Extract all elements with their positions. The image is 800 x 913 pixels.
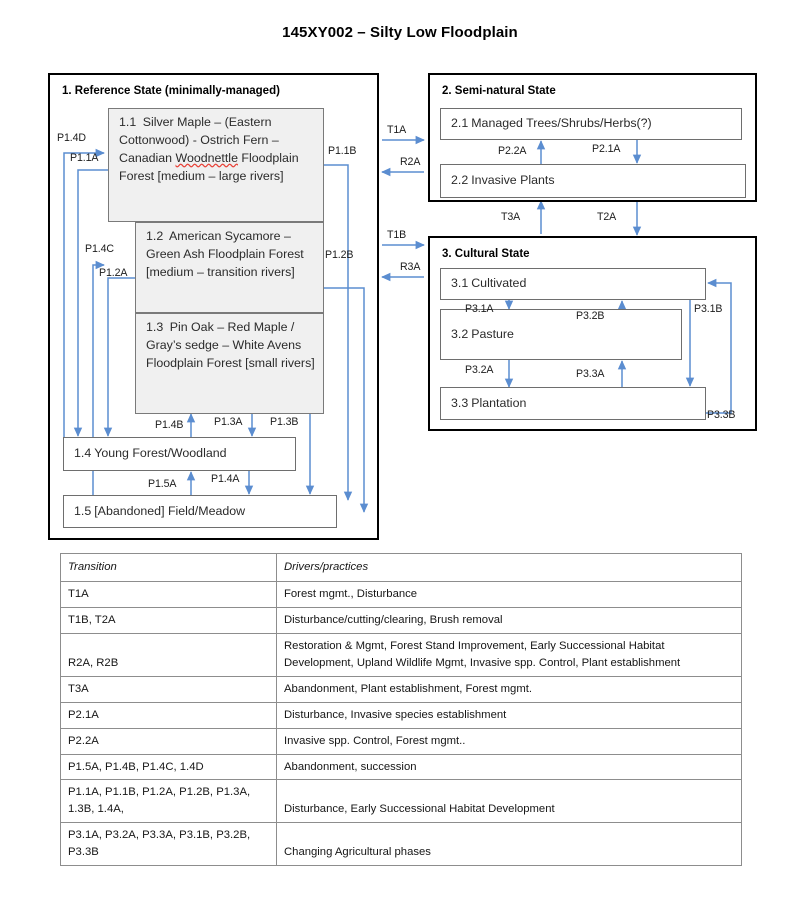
phase-1-5-number: 1.5 bbox=[74, 503, 92, 518]
edge-label-p3-2b: P3.2B bbox=[576, 310, 605, 322]
edge-label-r3a: R3A bbox=[400, 261, 421, 273]
table-row: P1.1A, P1.1B, P1.2A, P1.2B, P1.3A, 1.3B,… bbox=[60, 779, 742, 824]
edge-label-p3-2a: P3.2A bbox=[465, 364, 494, 376]
phase-1-4-number: 1.4 bbox=[74, 446, 92, 461]
cell-drivers: Forest mgmt., Disturbance bbox=[276, 580, 742, 608]
edge-label-p1-1a: P1.1A bbox=[70, 152, 99, 164]
cell-transition: P1.1A, P1.1B, P1.2A, P1.2B, P1.3A, 1.3B,… bbox=[60, 779, 277, 824]
phase-box-1-4[interactable]: 1.4 Young Forest/Woodland bbox=[63, 437, 296, 471]
cell-transition: T1B, T2A bbox=[60, 606, 277, 634]
cell-transition: P2.1A bbox=[60, 701, 277, 729]
cell-transition: R2A, R2B bbox=[60, 632, 277, 677]
edge-label-p1-4c: P1.4C bbox=[85, 243, 114, 255]
cell-transition: T1A bbox=[60, 580, 277, 608]
phase-1-4-label: Young Forest/Woodland bbox=[94, 446, 227, 461]
phase-1-2-number: 1.2 bbox=[146, 229, 164, 243]
edge-label-t1b: T1B bbox=[387, 229, 407, 241]
cell-drivers: Abandonment, succession bbox=[276, 753, 742, 781]
edge-label-r2a: R2A bbox=[400, 156, 421, 168]
edge-label-p1-1b: P1.1B bbox=[328, 145, 357, 157]
cell-transition: P2.2A bbox=[60, 727, 277, 755]
table-row: P2.2A Invasive spp. Control, Forest mgmt… bbox=[60, 727, 742, 755]
table-row: P1.5A, P1.4B, P1.4C, 1.4D Abandonment, s… bbox=[60, 753, 742, 781]
cell-drivers: Changing Agricultural phases bbox=[276, 822, 742, 867]
phase-3-1-number: 3.1 bbox=[451, 276, 469, 291]
table-row: T1A Forest mgmt., Disturbance bbox=[60, 580, 742, 608]
edge-label-p1-5a: P1.5A bbox=[148, 478, 177, 490]
phase-box-1-3[interactable]: 1.3 Pin Oak – Red Maple / Gray’s sedge –… bbox=[135, 313, 324, 414]
phase-box-3-3[interactable]: 3.3 Plantation bbox=[440, 387, 706, 420]
edge-label-p1-4b: P1.4B bbox=[155, 419, 184, 431]
header-transition: Transition bbox=[60, 553, 277, 582]
edge-label-p1-3a: P1.3A bbox=[214, 416, 243, 428]
edge-label-p1-4a: P1.4A bbox=[211, 473, 240, 485]
edge-label-p1-2a: P1.2A bbox=[99, 267, 128, 279]
edge-label-t3a: T3A bbox=[501, 211, 521, 223]
cell-drivers: Abandonment, Plant establishment, Forest… bbox=[276, 675, 742, 703]
phase-box-1-5[interactable]: 1.5 [Abandoned] Field/Meadow bbox=[63, 495, 337, 528]
cell-drivers: Disturbance/cutting/clearing, Brush remo… bbox=[276, 606, 742, 634]
phase-3-2-label: Pasture bbox=[471, 326, 514, 341]
edge-label-t2a: T2A bbox=[597, 211, 617, 223]
phase-box-3-1[interactable]: 3.1 Cultivated bbox=[440, 268, 706, 300]
cell-transition: P3.1A, P3.2A, P3.3A, P3.1B, P3.2B, P3.3B bbox=[60, 822, 277, 867]
edge-label-p2-1a: P2.1A bbox=[592, 143, 621, 155]
table-row: R2A, R2B Restoration & Mgmt, Forest Stan… bbox=[60, 632, 742, 677]
table-body: Transition Drivers/practices T1A Forest … bbox=[60, 553, 742, 867]
edge-label-p2-2a: P2.2A bbox=[498, 145, 527, 157]
table-row: P3.1A, P3.2A, P3.3A, P3.1B, P3.2B, P3.3B… bbox=[60, 822, 742, 867]
phase-box-3-2[interactable]: 3.2 Pasture bbox=[440, 309, 682, 360]
phase-3-3-label: Plantation bbox=[471, 395, 527, 410]
phase-box-2-1[interactable]: 2.1 Managed Trees/Shrubs/Herbs(?) bbox=[440, 108, 742, 140]
table-row: P2.1A Disturbance, Invasive species esta… bbox=[60, 701, 742, 729]
phase-1-2-label: American Sycamore – Green Ash Floodplain… bbox=[146, 229, 304, 279]
phase-box-2-2[interactable]: 2.2 Invasive Plants bbox=[440, 164, 746, 198]
edge-label-t1a: T1A bbox=[387, 124, 407, 136]
header-drivers: Drivers/practices bbox=[276, 553, 742, 582]
cell-drivers: Disturbance, Invasive species establishm… bbox=[276, 701, 742, 729]
phase-1-3-number: 1.3 bbox=[146, 320, 164, 334]
phase-1-1-label: Silver Maple – (Eastern Cottonwood) - Os… bbox=[119, 115, 299, 183]
edge-label-p3-1b: P3.1B bbox=[694, 303, 723, 315]
phase-2-2-label: Invasive Plants bbox=[471, 173, 555, 188]
cell-drivers: Restoration & Mgmt, Forest Stand Improve… bbox=[276, 632, 742, 677]
state-and-transition-diagram: 1. Reference State (minimally-managed) 1… bbox=[0, 0, 800, 550]
phase-box-1-2[interactable]: 1.2 American Sycamore – Green Ash Floodp… bbox=[135, 222, 324, 313]
edge-label-p3-1a: P3.1A bbox=[465, 303, 494, 315]
phase-2-2-number: 2.2 bbox=[451, 173, 469, 188]
transition-drivers-table: Transition Drivers/practices T1A Forest … bbox=[60, 553, 742, 867]
phase-1-5-label: [Abandoned] Field/Meadow bbox=[94, 503, 246, 518]
phase-3-1-label: Cultivated bbox=[471, 276, 527, 291]
cell-drivers: Disturbance, Early Successional Habitat … bbox=[276, 779, 742, 824]
phase-1-3-label: Pin Oak – Red Maple / Gray’s sedge – Whi… bbox=[146, 320, 315, 370]
phase-1-1-number: 1.1 bbox=[119, 115, 137, 129]
phase-box-1-1[interactable]: 1.1 Silver Maple – (Eastern Cottonwood) … bbox=[108, 108, 324, 222]
edge-label-p3-3b: P3.3B bbox=[707, 409, 736, 421]
phase-3-2-number: 3.2 bbox=[451, 326, 469, 341]
edge-label-p3-3a: P3.3A bbox=[576, 368, 605, 380]
phase-3-3-number: 3.3 bbox=[451, 395, 469, 410]
state-title-semi-natural: 2. Semi-natural State bbox=[442, 85, 556, 97]
phase-2-1-number: 2.1 bbox=[451, 116, 469, 131]
cell-drivers: Invasive spp. Control, Forest mgmt.. bbox=[276, 727, 742, 755]
cell-transition: T3A bbox=[60, 675, 277, 703]
phase-2-1-label: Managed Trees/Shrubs/Herbs(?) bbox=[471, 116, 652, 131]
edge-label-p1-2b: P1.2B bbox=[325, 249, 354, 261]
edge-label-p1-4d: P1.4D bbox=[57, 132, 86, 144]
edge-label-p1-3b: P1.3B bbox=[270, 416, 299, 428]
table-row: T1B, T2A Disturbance/cutting/clearing, B… bbox=[60, 606, 742, 634]
table-header-row: Transition Drivers/practices bbox=[60, 553, 742, 582]
table-row: T3A Abandonment, Plant establishment, Fo… bbox=[60, 675, 742, 703]
spellcheck-woodnettle: Woodnettle bbox=[175, 150, 238, 165]
cell-transition: P1.5A, P1.4B, P1.4C, 1.4D bbox=[60, 753, 277, 781]
state-title-reference: 1. Reference State (minimally-managed) bbox=[62, 85, 280, 97]
state-title-cultural: 3. Cultural State bbox=[442, 248, 530, 260]
